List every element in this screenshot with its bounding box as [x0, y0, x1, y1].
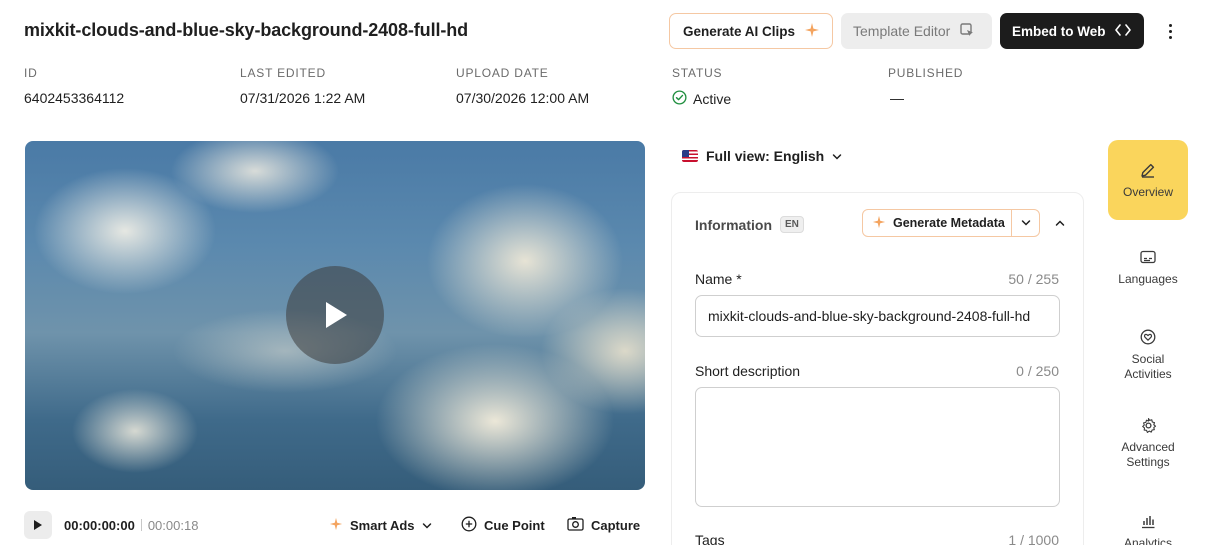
smart-ads-label: Smart Ads	[350, 517, 415, 533]
camera-icon	[567, 516, 584, 534]
play-button[interactable]	[24, 511, 52, 539]
short-description-input[interactable]	[695, 387, 1060, 507]
nav-overview[interactable]: Overview	[1108, 140, 1188, 220]
generate-metadata-label: Generate Metadata	[893, 216, 1005, 230]
embed-to-web-label: Embed to Web	[1012, 23, 1106, 39]
bar-chart-icon	[1140, 512, 1156, 530]
sparkle-icon	[329, 517, 343, 534]
information-header: Information EN	[695, 216, 804, 233]
nav-social-activities[interactable]: Social Activities	[1108, 328, 1188, 382]
generate-metadata-split-button: Generate Metadata	[862, 209, 1040, 237]
status-value: Active	[693, 91, 732, 107]
nav-social-activities-label: Social Activities	[1124, 352, 1172, 381]
upload-date-value: 07/30/2026 12:00 AM	[456, 90, 590, 106]
short-description-char-count: 0 / 250	[1016, 363, 1059, 379]
heart-icon	[1140, 328, 1156, 346]
language-selector-label: Full view: English	[706, 148, 825, 164]
video-player[interactable]	[25, 141, 645, 490]
generate-metadata-dropdown[interactable]	[1011, 210, 1039, 236]
chevron-down-icon	[422, 518, 432, 533]
id-label: ID	[24, 66, 38, 80]
template-editor-label: Template Editor	[853, 23, 951, 39]
short-description-label: Short description	[695, 363, 801, 379]
smart-ads-button[interactable]: Smart Ads	[329, 511, 432, 539]
check-circle-icon	[672, 90, 687, 108]
page-title: mixkit-clouds-and-blue-sky-background-24…	[24, 20, 469, 40]
plus-circle-icon	[461, 516, 477, 535]
nav-advanced-settings[interactable]: Advanced Settings	[1108, 416, 1188, 470]
status-badge: Active	[672, 90, 731, 108]
published-value: —	[890, 90, 904, 106]
tags-char-count: 1 / 1000	[1008, 532, 1059, 545]
time-divider	[140, 519, 142, 531]
name-char-count: 50 / 255	[1008, 271, 1059, 287]
last-edited-label: LAST EDITED	[240, 66, 326, 80]
status-label: STATUS	[672, 66, 723, 80]
play-icon[interactable]	[286, 266, 384, 364]
generate-ai-clips-label: Generate AI Clips	[683, 23, 796, 39]
chevron-down-icon	[832, 148, 842, 164]
id-value: 6402453364112	[24, 90, 125, 106]
embed-to-web-button[interactable]: Embed to Web	[1000, 13, 1144, 49]
language-badge: EN	[780, 216, 804, 233]
pencil-icon	[1139, 161, 1157, 179]
information-title: Information	[695, 216, 772, 233]
duration: 00:00:18	[147, 517, 199, 533]
chevron-down-icon	[1021, 220, 1030, 226]
code-icon	[1114, 23, 1131, 40]
sparkle-icon	[804, 22, 820, 41]
play-small-icon	[34, 520, 42, 530]
nav-analytics[interactable]: Analytics	[1108, 512, 1188, 545]
edit-cursor-icon	[959, 22, 975, 41]
upload-date-label: UPLOAD DATE	[456, 66, 549, 80]
gear-icon	[1140, 416, 1157, 434]
nav-languages-label: Languages	[1118, 272, 1178, 286]
information-panel: Information EN Generate Metadata Name * …	[671, 192, 1084, 545]
more-options-icon[interactable]	[1160, 20, 1180, 42]
template-editor-button[interactable]: Template Editor	[841, 13, 992, 49]
nav-analytics-label: Analytics	[1123, 536, 1173, 545]
capture-button[interactable]: Capture	[567, 511, 640, 539]
cue-point-button[interactable]: Cue Point	[461, 511, 545, 539]
generate-ai-clips-button[interactable]: Generate AI Clips	[669, 13, 833, 49]
name-input[interactable]: mixkit-clouds-and-blue-sky-background-24…	[695, 295, 1060, 337]
player-controls: 00:00:00:00 00:00:18 Smart Ads Cue Point…	[24, 511, 646, 539]
published-label: PUBLISHED	[888, 66, 964, 80]
name-input-value: mixkit-clouds-and-blue-sky-background-24…	[708, 308, 1031, 324]
chevron-up-icon[interactable]	[1050, 213, 1070, 233]
generate-metadata-button[interactable]: Generate Metadata	[863, 210, 1011, 236]
nav-languages[interactable]: Languages	[1108, 248, 1188, 287]
subtitles-icon	[1140, 248, 1156, 266]
nav-advanced-settings-label: Advanced Settings	[1121, 440, 1175, 469]
capture-label: Capture	[591, 517, 641, 533]
cue-point-label: Cue Point	[484, 517, 545, 533]
us-flag-icon	[682, 150, 698, 162]
name-label: Name *	[695, 271, 742, 287]
current-time: 00:00:00:00	[64, 517, 135, 533]
last-edited-value: 07/31/2026 1:22 AM	[240, 90, 366, 106]
language-selector[interactable]: Full view: English	[682, 146, 842, 166]
sparkle-icon	[872, 215, 886, 232]
tags-label: Tags	[695, 532, 725, 545]
nav-overview-label: Overview	[1122, 184, 1173, 199]
